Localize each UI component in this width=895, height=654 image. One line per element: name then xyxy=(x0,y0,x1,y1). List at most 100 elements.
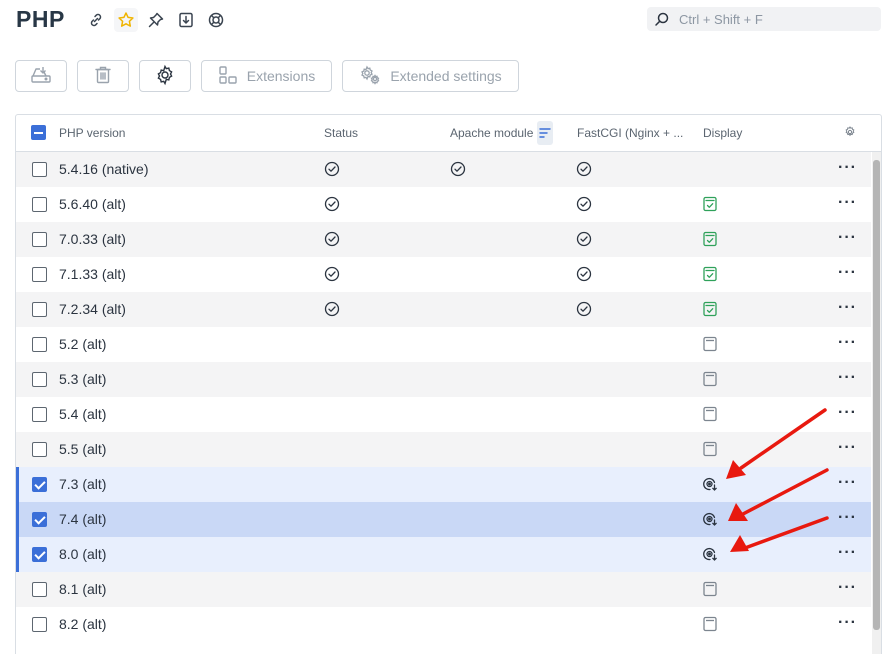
extended-settings-label: Extended settings xyxy=(390,68,502,84)
extensions-label: Extensions xyxy=(246,68,316,84)
fastcgi-check-icon xyxy=(576,196,592,212)
row-checkbox[interactable] xyxy=(32,232,47,247)
php-version-label: 5.2 (alt) xyxy=(59,336,107,352)
display-enabled-icon[interactable] xyxy=(702,301,718,317)
more-horizontal-icon[interactable]: ··· xyxy=(838,545,857,561)
php-versions-table: PHP version Status Apache module FastCGI… xyxy=(15,114,882,654)
table-header: PHP version Status Apache module FastCGI… xyxy=(16,115,881,152)
table-row[interactable]: 8.0 (alt) ··· xyxy=(16,537,871,572)
display-enabled-icon[interactable] xyxy=(702,196,718,212)
display-disabled-icon[interactable] xyxy=(702,581,718,597)
table-row[interactable]: 5.6.40 (alt) ··· xyxy=(16,187,871,222)
more-horizontal-icon[interactable]: ··· xyxy=(838,510,857,526)
status-check-icon xyxy=(324,231,340,247)
extended-settings-button[interactable]: Extended settings xyxy=(342,60,519,92)
more-horizontal-icon[interactable]: ··· xyxy=(838,230,857,246)
select-all-checkbox[interactable] xyxy=(31,125,46,140)
search-placeholder: Ctrl + Shift + F xyxy=(679,11,763,27)
php-version-label: 5.4 (alt) xyxy=(59,406,107,422)
lifebuoy-icon[interactable] xyxy=(206,10,226,30)
column-header-display[interactable]: Display xyxy=(703,126,742,140)
install-icon xyxy=(30,65,52,88)
php-version-label: 8.2 (alt) xyxy=(59,616,107,632)
table-row[interactable]: 5.4.16 (native) ··· xyxy=(16,152,871,187)
more-horizontal-icon[interactable]: ··· xyxy=(838,580,857,596)
link-icon[interactable] xyxy=(86,10,106,30)
row-checkbox[interactable] xyxy=(32,442,47,457)
fastcgi-check-icon xyxy=(576,231,592,247)
column-header-version[interactable]: PHP version xyxy=(59,126,125,140)
more-horizontal-icon[interactable]: ··· xyxy=(838,300,857,316)
extensions-button[interactable]: Extensions xyxy=(201,60,332,92)
table-row[interactable]: 5.4 (alt) ··· xyxy=(16,397,871,432)
row-checkbox[interactable] xyxy=(32,582,47,597)
status-check-icon xyxy=(324,301,340,317)
row-checkbox[interactable] xyxy=(32,617,47,632)
import-icon[interactable] xyxy=(176,10,196,30)
status-check-icon xyxy=(324,266,340,282)
trash-icon xyxy=(94,65,112,88)
table-body: 5.4.16 (native) ··· 5.6.40 (alt) ··· 7.0.33 … xyxy=(16,152,871,642)
table-row[interactable]: 8.1 (alt) ··· xyxy=(16,572,871,607)
more-horizontal-icon[interactable]: ··· xyxy=(838,160,857,176)
delete-button[interactable] xyxy=(77,60,129,92)
php-version-label: 5.3 (alt) xyxy=(59,371,107,387)
installing-icon xyxy=(702,546,718,562)
sort-icon[interactable] xyxy=(537,121,553,145)
php-version-label: 7.4 (alt) xyxy=(59,511,107,527)
row-checkbox[interactable] xyxy=(32,162,47,177)
more-horizontal-icon[interactable]: ··· xyxy=(838,195,857,211)
pin-icon[interactable] xyxy=(146,10,166,30)
php-version-label: 5.4.16 (native) xyxy=(59,161,149,177)
table-row[interactable]: 5.2 (alt) ··· xyxy=(16,327,871,362)
more-horizontal-icon[interactable]: ··· xyxy=(838,615,857,631)
table-row[interactable]: 7.1.33 (alt) ··· xyxy=(16,257,871,292)
row-checkbox[interactable] xyxy=(32,407,47,422)
row-checkbox[interactable] xyxy=(32,267,47,282)
status-check-icon xyxy=(324,161,340,177)
table-row[interactable]: 5.3 (alt) ··· xyxy=(16,362,871,397)
column-settings-gear-icon[interactable] xyxy=(844,126,856,141)
page-title: PHP xyxy=(16,6,65,32)
row-checkbox[interactable] xyxy=(32,302,47,317)
row-checkbox[interactable] xyxy=(32,477,47,492)
display-disabled-icon[interactable] xyxy=(702,616,718,632)
row-checkbox[interactable] xyxy=(32,337,47,352)
table-row[interactable]: 7.0.33 (alt) ··· xyxy=(16,222,871,257)
display-disabled-icon[interactable] xyxy=(702,336,718,352)
more-horizontal-icon[interactable]: ··· xyxy=(838,370,857,386)
row-checkbox[interactable] xyxy=(32,372,47,387)
row-selection-bar xyxy=(16,537,19,572)
table-row[interactable]: 7.2.34 (alt) ··· xyxy=(16,292,871,327)
more-horizontal-icon[interactable]: ··· xyxy=(838,265,857,281)
column-header-fastcgi[interactable]: FastCGI (Nginx + ... xyxy=(577,126,683,140)
settings-button[interactable] xyxy=(139,60,191,92)
display-enabled-icon[interactable] xyxy=(702,266,718,282)
extended-settings-icon xyxy=(359,65,381,88)
vertical-scrollbar[interactable] xyxy=(872,152,881,654)
row-checkbox[interactable] xyxy=(32,547,47,562)
column-header-apache[interactable]: Apache module xyxy=(450,126,533,140)
search-box[interactable]: Ctrl + Shift + F xyxy=(647,7,881,31)
install-button[interactable] xyxy=(15,60,67,92)
display-disabled-icon[interactable] xyxy=(702,406,718,422)
row-checkbox[interactable] xyxy=(32,512,47,527)
scrollbar-thumb[interactable] xyxy=(873,160,880,630)
table-row[interactable]: 7.3 (alt) ··· xyxy=(16,467,871,502)
more-horizontal-icon[interactable]: ··· xyxy=(838,405,857,421)
display-enabled-icon[interactable] xyxy=(702,231,718,247)
star-icon[interactable] xyxy=(114,8,138,32)
row-checkbox[interactable] xyxy=(32,197,47,212)
status-check-icon xyxy=(324,196,340,212)
table-row[interactable]: 8.2 (alt) ··· xyxy=(16,607,871,642)
php-version-label: 7.3 (alt) xyxy=(59,476,107,492)
more-horizontal-icon[interactable]: ··· xyxy=(838,335,857,351)
column-header-status[interactable]: Status xyxy=(324,126,358,140)
table-row[interactable]: 5.5 (alt) ··· xyxy=(16,432,871,467)
table-row[interactable]: 7.4 (alt) ··· xyxy=(16,502,871,537)
php-version-label: 8.0 (alt) xyxy=(59,546,107,562)
display-disabled-icon[interactable] xyxy=(702,441,718,457)
more-horizontal-icon[interactable]: ··· xyxy=(838,475,857,491)
display-disabled-icon[interactable] xyxy=(702,371,718,387)
more-horizontal-icon[interactable]: ··· xyxy=(838,440,857,456)
